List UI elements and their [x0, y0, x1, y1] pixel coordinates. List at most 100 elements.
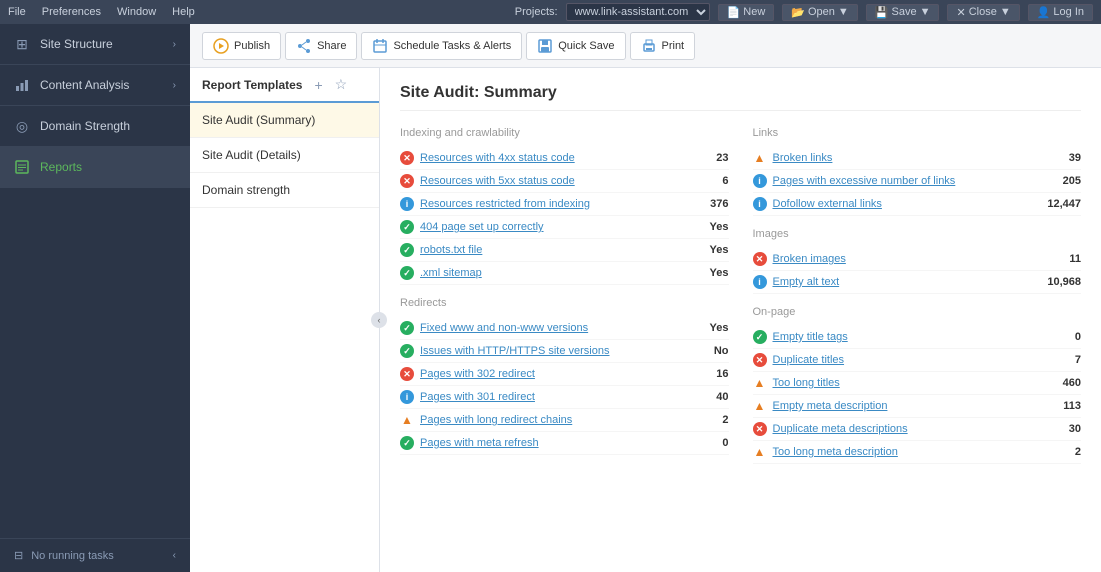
close-button[interactable]: ✕ Close ▼ — [947, 4, 1019, 21]
quicksave-button[interactable]: Quick Save — [526, 32, 625, 60]
section-title-onpage: On-page — [753, 306, 1082, 318]
report-row: ▲Too long meta description2 — [753, 441, 1082, 464]
sidebar-item-reports[interactable]: Reports — [0, 147, 190, 188]
sidebar-item-domain-strength[interactable]: ◎ Domain Strength — [0, 106, 190, 147]
add-template-button[interactable]: + — [314, 77, 322, 93]
project-select[interactable]: www.link-assistant.com — [566, 3, 710, 21]
report-row: iDofollow external links12,447 — [753, 193, 1082, 216]
row-value: 6 — [689, 175, 729, 187]
row-label[interactable]: Broken images — [773, 253, 1036, 265]
login-button[interactable]: 👤 Log In — [1028, 4, 1093, 21]
row-label[interactable]: Too long meta description — [773, 446, 1036, 458]
chevron-right-icon: › — [173, 80, 176, 91]
row-label[interactable]: Pages with long redirect chains — [420, 414, 683, 426]
print-button[interactable]: Print — [630, 32, 696, 60]
toolbar: Publish Share — [190, 24, 1101, 68]
share-label: Share — [317, 40, 346, 52]
tasks-icon: ⊟ — [14, 549, 23, 562]
menu-bar-right: Projects: www.link-assistant.com 📄 New 📂… — [515, 3, 1093, 21]
row-label[interactable]: Fixed www and non-www versions — [420, 322, 683, 334]
save-button[interactable]: 💾 Save ▼ — [866, 4, 940, 21]
print-icon — [641, 38, 657, 54]
menu-help[interactable]: Help — [172, 6, 195, 18]
row-label[interactable]: Too long titles — [773, 377, 1036, 389]
user-icon: 👤 — [1037, 6, 1051, 19]
page-icon: 📄 — [727, 6, 741, 19]
report-row: ▲Empty meta description113 — [753, 395, 1082, 418]
redirects-rows: ✓Fixed www and non-www versionsYes✓Issue… — [400, 317, 729, 455]
row-status-icon: ✕ — [753, 353, 767, 367]
row-label[interactable]: Broken links — [773, 152, 1036, 164]
row-status-icon: i — [400, 390, 414, 404]
row-value: 0 — [689, 437, 729, 449]
chevron-right-icon: › — [173, 39, 176, 50]
row-status-icon: ✕ — [753, 422, 767, 436]
report-row: ✓Fixed www and non-www versionsYes — [400, 317, 729, 340]
domain-strength-icon: ◎ — [14, 118, 30, 134]
report-row: ▲Pages with long redirect chains2 — [400, 409, 729, 432]
publish-button[interactable]: Publish — [202, 32, 281, 60]
row-value: 205 — [1041, 175, 1081, 187]
row-label[interactable]: Empty title tags — [773, 331, 1036, 343]
content-analysis-icon — [14, 77, 30, 93]
row-value: 11 — [1041, 253, 1081, 265]
templates-header: Report Templates + ☆ — [190, 68, 379, 103]
row-label[interactable]: Resources with 5xx status code — [420, 175, 683, 187]
sidebar-item-site-structure[interactable]: ⊞ Site Structure › — [0, 24, 190, 65]
row-value: Yes — [689, 244, 729, 256]
site-structure-icon: ⊞ — [14, 36, 30, 52]
report-row: ✓robots.txt fileYes — [400, 239, 729, 262]
template-item-site-audit-summary[interactable]: Site Audit (Summary) — [190, 103, 379, 138]
row-label[interactable]: Duplicate titles — [773, 354, 1036, 366]
row-label[interactable]: .xml sitemap — [420, 267, 683, 279]
schedule-button[interactable]: Schedule Tasks & Alerts — [361, 32, 522, 60]
expand-button[interactable]: ‹ — [173, 550, 176, 561]
row-label[interactable]: Resources restricted from indexing — [420, 198, 683, 210]
row-label[interactable]: 404 page set up correctly — [420, 221, 683, 233]
menu-file[interactable]: File — [8, 6, 26, 18]
row-label[interactable]: Resources with 4xx status code — [420, 152, 683, 164]
template-item-site-audit-details[interactable]: Site Audit (Details) — [190, 138, 379, 173]
report-row: ✕ Duplicate titles 7 — [753, 349, 1082, 372]
row-label[interactable]: Dofollow external links — [773, 198, 1036, 210]
row-value: No — [689, 345, 729, 357]
share-button[interactable]: Share — [285, 32, 357, 60]
row-label[interactable]: Pages with excessive number of links — [773, 175, 1036, 187]
templates-panel: Report Templates + ☆ Site Audit (Summary… — [190, 68, 380, 572]
row-status-icon: ✕ — [753, 252, 767, 266]
row-label[interactable]: Issues with HTTP/HTTPS site versions — [420, 345, 683, 357]
sidebar-item-content-analysis[interactable]: Content Analysis › — [0, 65, 190, 106]
save-icon: 💾 — [875, 6, 889, 19]
row-status-icon: ▲ — [753, 445, 767, 459]
row-label[interactable]: Duplicate meta descriptions — [773, 423, 1036, 435]
collapse-panel-button[interactable]: ‹ — [371, 312, 387, 328]
links-rows: ▲Broken links39iPages with excessive num… — [753, 147, 1082, 216]
row-label[interactable]: Empty alt text — [773, 276, 1036, 288]
report-row: iResources restricted from indexing376 — [400, 193, 729, 216]
row-label[interactable]: Pages with 302 redirect — [420, 368, 683, 380]
row-value: 40 — [689, 391, 729, 403]
menu-window[interactable]: Window — [117, 6, 156, 18]
folder-icon: 📂 — [791, 6, 805, 19]
star-template-button[interactable]: ☆ — [335, 76, 348, 93]
sidebar-footer: ⊟ No running tasks ‹ — [0, 538, 190, 572]
row-status-icon: ✓ — [753, 330, 767, 344]
menu-preferences[interactable]: Preferences — [42, 6, 101, 18]
row-label[interactable]: robots.txt file — [420, 244, 683, 256]
template-item-label: Site Audit (Summary) — [202, 113, 315, 127]
report-row: ✕Duplicate meta descriptions30 — [753, 418, 1082, 441]
row-label[interactable]: Empty meta description — [773, 400, 1036, 412]
report-row: ▲Too long titles460 — [753, 372, 1082, 395]
row-value: 7 — [1041, 354, 1081, 366]
template-item-domain-strength[interactable]: Domain strength — [190, 173, 379, 208]
row-label[interactable]: Pages with meta refresh — [420, 437, 683, 449]
open-button[interactable]: 📂 Open ▼ — [782, 4, 858, 21]
chevron-down-icon: ▼ — [838, 6, 849, 18]
new-button[interactable]: 📄 New — [718, 4, 775, 21]
report-row: ✓Pages with meta refresh0 — [400, 432, 729, 455]
report-title: Site Audit: Summary — [400, 84, 1081, 111]
app-container: ⊞ Site Structure › Content Analysis › — [0, 24, 1101, 572]
row-label[interactable]: Pages with 301 redirect — [420, 391, 683, 403]
row-value: Yes — [689, 322, 729, 334]
indexing-rows: ✕Resources with 4xx status code23✕Resour… — [400, 147, 729, 285]
